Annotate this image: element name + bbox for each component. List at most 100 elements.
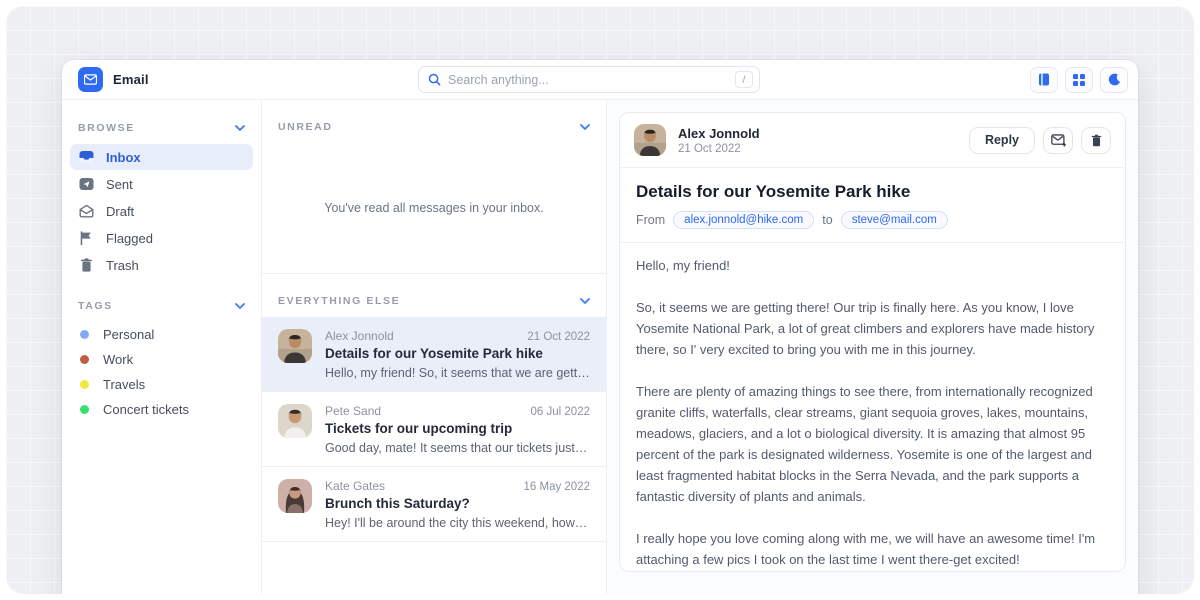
top-bar: Email /	[62, 60, 1138, 100]
browse-list: Inbox Sent Draft	[70, 144, 253, 278]
email-date: 21 Oct 2022	[527, 331, 590, 343]
delete-email-button[interactable]	[1081, 127, 1111, 154]
email-detail-area: Alex Jonnold 21 Oct 2022 Reply	[607, 100, 1138, 594]
email-date: 06 Jul 2022	[531, 406, 590, 418]
email-sender: Kate Gates	[325, 479, 385, 493]
tags-section: TAGS Personal Work	[70, 292, 253, 422]
email-date: 16 May 2022	[524, 481, 591, 493]
sidebar: BROWSE Inbox	[62, 100, 262, 594]
detail-header: Alex Jonnold 21 Oct 2022 Reply	[620, 113, 1125, 168]
tag-color-dot	[80, 355, 89, 364]
sent-icon	[79, 177, 94, 191]
sidebar-item-sent[interactable]: Sent	[70, 171, 253, 197]
sidebar-item-label: Inbox	[106, 150, 141, 165]
sidebar-item-label: Trash	[106, 258, 139, 273]
detail-subject: Details for our Yosemite Park hike	[636, 182, 1109, 202]
sidebar-item-flagged[interactable]: Flagged	[70, 225, 253, 251]
unread-label: UNREAD	[278, 121, 333, 133]
email-summary: Kate Gates 16 May 2022 Brunch this Satur…	[325, 479, 590, 530]
tag-item-travels[interactable]: Travels	[70, 372, 253, 397]
tag-item-work[interactable]: Work	[70, 347, 253, 372]
email-summary: Pete Sand 06 Jul 2022 Tickets for our up…	[325, 404, 590, 455]
browse-section-header[interactable]: BROWSE	[70, 114, 253, 144]
tag-item-personal[interactable]: Personal	[70, 322, 253, 347]
to-email-chip[interactable]: steve@mail.com	[841, 211, 948, 229]
sidebar-item-label: Sent	[106, 177, 133, 192]
trash-icon	[79, 258, 94, 272]
detail-sender-name: Alex Jonnold	[678, 126, 760, 141]
search-bar[interactable]: /	[418, 66, 760, 93]
tag-label: Travels	[103, 377, 145, 392]
moon-icon	[1108, 73, 1121, 86]
search-icon	[428, 73, 441, 86]
detail-date: 21 Oct 2022	[678, 143, 760, 155]
mail-list-column: UNREAD You've read all messages in your …	[262, 100, 607, 594]
sidebar-item-label: Flagged	[106, 231, 153, 246]
subject-block: Details for our Yosemite Park hike From …	[620, 168, 1125, 243]
from-to-row: From alex.jonnold@hike.com to steve@mail…	[636, 211, 1109, 229]
email-preview: Good day, mate! It seems that our ticket…	[325, 441, 590, 455]
avatar	[278, 479, 312, 513]
email-app-window: Email /	[62, 60, 1138, 594]
email-list-item[interactable]: Pete Sand 06 Jul 2022 Tickets for our up…	[262, 392, 606, 467]
brand: Email	[78, 67, 418, 92]
chevron-down-icon[interactable]	[580, 124, 590, 130]
tag-color-dot	[80, 380, 89, 389]
email-preview: Hello, my friend! So, it seems that we a…	[325, 366, 590, 380]
tag-color-dot	[80, 330, 89, 339]
everything-else-label: EVERYTHING ELSE	[278, 295, 400, 307]
body-paragraph: Hello, my friend!	[636, 255, 1109, 276]
sidebar-item-label: Draft	[106, 204, 134, 219]
app-title: Email	[113, 72, 149, 87]
email-subject: Details for our Yosemite Park hike	[325, 346, 590, 361]
body-paragraph: So, it seems we are getting there! Our t…	[636, 297, 1109, 360]
body-paragraph: I really hope you love coming along with…	[636, 528, 1109, 570]
search-input[interactable]	[448, 73, 728, 87]
search-shortcut-badge: /	[735, 71, 753, 88]
chevron-down-icon[interactable]	[235, 303, 245, 309]
chevron-down-icon[interactable]	[235, 125, 245, 131]
tag-label: Concert tickets	[103, 402, 189, 417]
envelope-plus-icon	[1051, 134, 1066, 147]
book-icon	[1038, 73, 1050, 86]
tags-label: TAGS	[78, 300, 113, 312]
trash-icon	[1090, 134, 1103, 147]
envelope-logo-icon	[78, 67, 103, 92]
email-subject: Brunch this Saturday?	[325, 496, 590, 511]
chevron-down-icon[interactable]	[580, 298, 590, 304]
email-subject: Tickets for our upcoming trip	[325, 421, 590, 436]
tag-item-concert-tickets[interactable]: Concert tickets	[70, 397, 253, 422]
unread-empty-message: You've read all messages in your inbox.	[262, 143, 606, 273]
tag-color-dot	[80, 405, 89, 414]
to-label: to	[822, 213, 832, 227]
detail-sender-block: Alex Jonnold 21 Oct 2022	[678, 126, 760, 155]
forward-email-button[interactable]	[1043, 127, 1073, 154]
everything-else-header[interactable]: EVERYTHING ELSE	[262, 274, 606, 317]
email-sender: Pete Sand	[325, 404, 381, 418]
email-preview: Hey! I'll be around the city this weeken…	[325, 516, 590, 530]
email-body: Hello, my friend! So, it seems we are ge…	[620, 243, 1125, 572]
sidebar-item-trash[interactable]: Trash	[70, 252, 253, 278]
apps-grid-button[interactable]	[1065, 67, 1093, 93]
inbox-icon	[79, 150, 94, 164]
unread-section-header[interactable]: UNREAD	[262, 100, 606, 143]
tags-section-header[interactable]: TAGS	[70, 292, 253, 322]
browse-label: BROWSE	[78, 122, 135, 134]
sidebar-item-inbox[interactable]: Inbox	[70, 144, 253, 170]
avatar	[278, 404, 312, 438]
body-paragraph: There are plenty of amazing things to se…	[636, 381, 1109, 507]
top-actions	[1030, 67, 1128, 93]
from-label: From	[636, 213, 665, 227]
grid-icon	[1073, 74, 1085, 86]
email-sender: Alex Jonnold	[325, 329, 394, 343]
email-list-item[interactable]: Kate Gates 16 May 2022 Brunch this Satur…	[262, 467, 606, 542]
email-list-item[interactable]: Alex Jonnold 21 Oct 2022 Details for our…	[262, 317, 606, 392]
from-email-chip[interactable]: alex.jonnold@hike.com	[673, 211, 814, 229]
reply-button[interactable]: Reply	[969, 127, 1035, 154]
notebook-button[interactable]	[1030, 67, 1058, 93]
avatar	[278, 329, 312, 363]
sidebar-item-draft[interactable]: Draft	[70, 198, 253, 224]
dark-mode-button[interactable]	[1100, 67, 1128, 93]
draft-icon	[79, 204, 94, 218]
desktop-background: Email /	[6, 6, 1194, 594]
